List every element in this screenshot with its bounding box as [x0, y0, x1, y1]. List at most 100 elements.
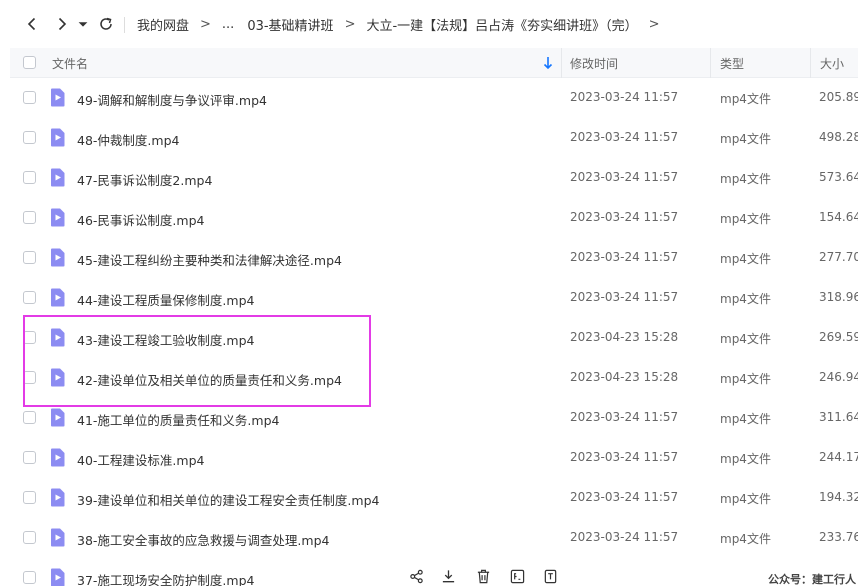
file-type: mp4文件 [720, 92, 771, 106]
row-checkbox[interactable] [23, 211, 36, 224]
file-name: 48-仲裁制度.mp4 [77, 133, 180, 148]
caret-down-icon [78, 22, 88, 27]
file-modified-time: 2023-03-24 11:57 [570, 450, 679, 464]
file-modified-time: 2023-03-24 11:57 [570, 530, 679, 544]
file-type: mp4文件 [720, 332, 771, 346]
breadcrumb-separator: > [200, 17, 211, 32]
file-type: mp4文件 [720, 372, 771, 386]
file-size: 318.96 [819, 290, 858, 304]
file-row[interactable]: 48-仲裁制度.mp4 2023-03-24 11:57 mp4文件 498.2… [10, 118, 858, 158]
file-type: mp4文件 [720, 132, 771, 146]
row-checkbox[interactable] [23, 171, 36, 184]
file-name: 41-施工单位的质量责任和义务.mp4 [77, 413, 280, 428]
file-modified-time: 2023-03-24 11:57 [570, 130, 679, 144]
bottom-toolbar: 公众号：建工行人 [0, 564, 858, 586]
delete-icon [477, 569, 490, 584]
file-row[interactable]: 39-建设单位和相关单位的建设工程安全责任制度.mp4 2023-03-24 1… [10, 478, 858, 518]
delete-button[interactable] [476, 569, 492, 585]
breadcrumb-my-drive[interactable]: 我的网盘 [137, 15, 189, 34]
video-file-icon [51, 288, 65, 307]
video-file-icon [51, 488, 65, 507]
row-checkbox[interactable] [23, 131, 36, 144]
back-button[interactable] [22, 14, 42, 34]
watermark-text: 公众号：建工行人 [768, 573, 856, 586]
nav-divider [124, 17, 125, 33]
file-modified-time: 2023-03-24 11:57 [570, 290, 679, 304]
file-size: 573.64 [819, 170, 858, 184]
history-dropdown-button[interactable] [76, 14, 90, 34]
file-modified-time: 2023-03-24 11:57 [570, 170, 679, 184]
file-modified-time: 2023-03-24 11:57 [570, 250, 679, 264]
file-list-header: 文件名 修改时间 类型 大小 [10, 48, 858, 78]
breadcrumb-current-folder[interactable]: 大立-一建【法规】吕占涛《夯实细讲班》（完） [366, 15, 637, 34]
file-row[interactable]: 45-建设工程纠纷主要种类和法律解决途径.mp4 2023-03-24 11:5… [10, 238, 858, 278]
file-size: 233.76 [819, 530, 858, 544]
highlight-annotation-box [23, 315, 371, 407]
file-row[interactable]: 40-工程建设标准.mp4 2023-03-24 11:57 mp4文件 244… [10, 438, 858, 478]
breadcrumb-ellipsis[interactable]: ... [222, 17, 234, 32]
video-file-icon [51, 448, 65, 467]
file-modified-time: 2023-03-24 11:57 [570, 210, 679, 224]
video-file-icon [51, 128, 65, 147]
file-size: 154.64 [819, 210, 858, 224]
file-name: 45-建设工程纠纷主要种类和法律解决途径.mp4 [77, 253, 342, 268]
navigation-bar: 我的网盘 > ... 03-基础精讲班 > 大立-一建【法规】吕占涛《夯实细讲班… [0, 0, 858, 48]
rename-button[interactable] [510, 569, 526, 585]
row-checkbox[interactable] [23, 291, 36, 304]
file-row[interactable]: 46-民事诉讼制度.mp4 2023-03-24 11:57 mp4文件 154… [10, 198, 858, 238]
row-checkbox[interactable] [23, 491, 36, 504]
download-icon [442, 570, 455, 583]
more-icon [544, 569, 557, 584]
video-file-icon [51, 208, 65, 227]
row-checkbox[interactable] [23, 531, 36, 544]
download-button[interactable] [441, 569, 457, 585]
file-modified-time: 2023-04-23 15:28 [570, 370, 679, 384]
file-row[interactable]: 47-民事诉讼制度2.mp4 2023-03-24 11:57 mp4文件 57… [10, 158, 858, 198]
column-divider[interactable] [561, 48, 562, 78]
file-size: 498.28 [819, 130, 858, 144]
breadcrumb-separator: > [648, 17, 660, 32]
file-type: mp4文件 [720, 492, 771, 506]
row-checkbox[interactable] [23, 91, 36, 104]
file-name: 44-建设工程质量保修制度.mp4 [77, 293, 255, 308]
file-name: 40-工程建设标准.mp4 [77, 453, 205, 468]
file-name: 47-民事诉讼制度2.mp4 [77, 173, 213, 188]
file-modified-time: 2023-04-23 15:28 [570, 330, 679, 344]
share-button[interactable] [409, 569, 425, 585]
file-row[interactable]: 44-建设工程质量保修制度.mp4 2023-03-24 11:57 mp4文件… [10, 278, 858, 318]
column-divider[interactable] [710, 48, 711, 78]
row-checkbox[interactable] [23, 451, 36, 464]
file-type: mp4文件 [720, 172, 771, 186]
select-all-checkbox[interactable] [23, 56, 36, 69]
file-type: mp4文件 [720, 252, 771, 266]
column-header-type[interactable]: 类型 [720, 55, 744, 72]
file-size: 277.70 [819, 250, 858, 264]
video-file-icon [51, 168, 65, 187]
column-header-time[interactable]: 修改时间 [570, 55, 618, 72]
more-button[interactable] [543, 569, 559, 585]
video-file-icon [51, 408, 65, 427]
file-type: mp4文件 [720, 412, 771, 426]
file-size: 205.89 [819, 90, 858, 104]
sort-descending-icon[interactable] [542, 56, 554, 70]
column-header-size[interactable]: 大小 [820, 55, 844, 72]
row-checkbox[interactable] [23, 411, 36, 424]
file-row[interactable]: 38-施工安全事故的应急救援与调查处理.mp4 2023-03-24 11:57… [10, 518, 858, 558]
breadcrumb-basic-course[interactable]: 03-基础精讲班 [247, 15, 333, 34]
file-row[interactable]: 49-调解和解制度与争议评审.mp4 2023-03-24 11:57 mp4文… [10, 78, 858, 118]
column-divider[interactable] [810, 48, 811, 78]
file-name: 38-施工安全事故的应急救援与调查处理.mp4 [77, 533, 330, 548]
file-name: 49-调解和解制度与争议评审.mp4 [77, 93, 267, 108]
file-size: 194.32 [819, 490, 858, 504]
row-checkbox[interactable] [23, 251, 36, 264]
video-file-icon [51, 88, 65, 107]
file-modified-time: 2023-03-24 11:57 [570, 490, 679, 504]
file-modified-time: 2023-03-24 11:57 [570, 90, 679, 104]
forward-button[interactable] [52, 14, 72, 34]
file-size: 269.59 [819, 330, 858, 344]
video-file-icon [51, 248, 65, 267]
refresh-button[interactable] [96, 14, 116, 34]
video-file-icon [51, 528, 65, 547]
chevron-left-icon [27, 17, 36, 31]
column-header-name[interactable]: 文件名 [52, 55, 88, 72]
